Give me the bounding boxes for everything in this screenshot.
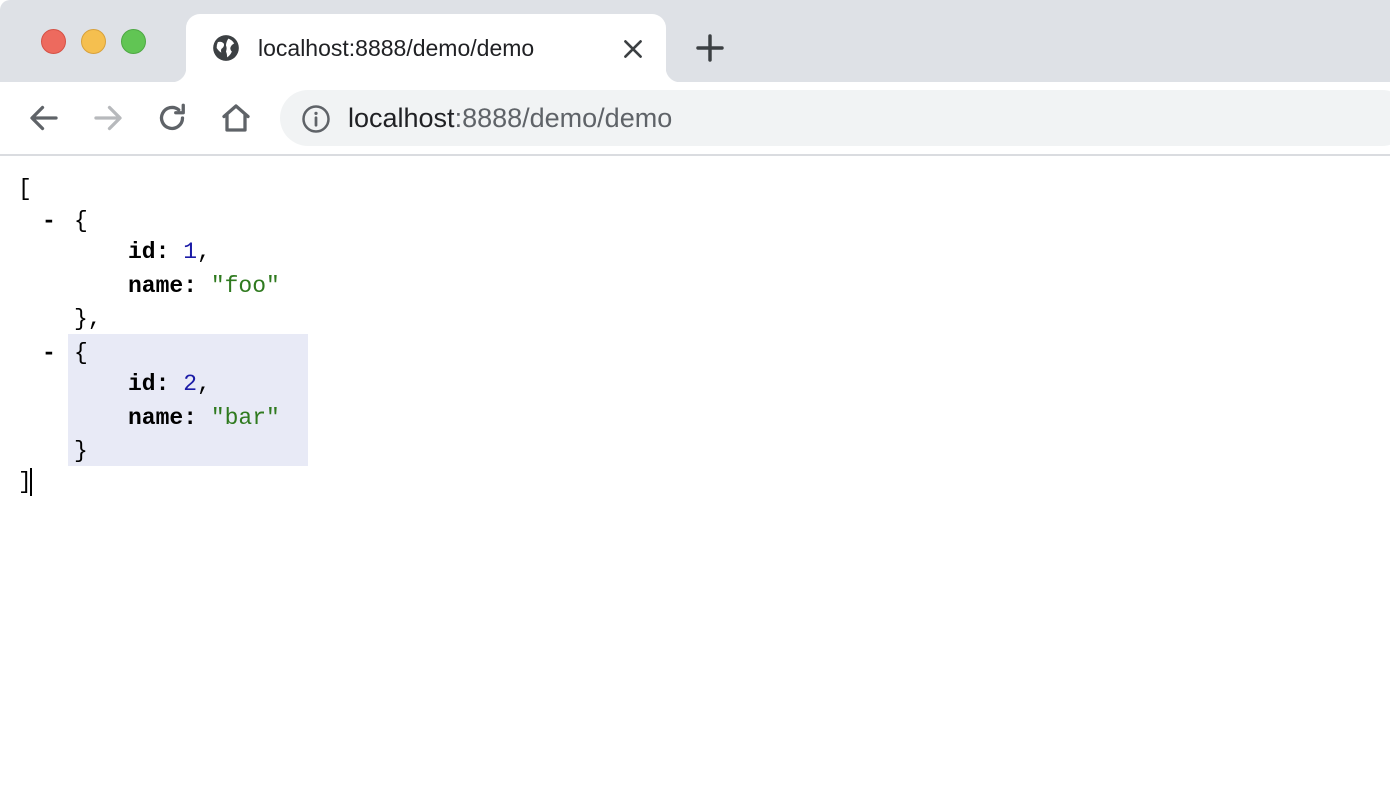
json-string-value: "bar" xyxy=(210,405,280,431)
json-field: id: 2, xyxy=(128,369,211,399)
browser-window: localhost:8888/demo/demo localhost:8888/… xyxy=(0,0,1390,804)
address-bar[interactable]: localhost:8888/demo/demo xyxy=(280,90,1390,146)
json-open-bracket: [ xyxy=(18,176,32,202)
json-key: name: xyxy=(128,273,198,299)
json-string-value: "foo" xyxy=(210,273,280,299)
collapse-toggle[interactable]: - xyxy=(42,338,56,368)
info-icon[interactable] xyxy=(301,104,331,134)
json-comma: , xyxy=(197,239,211,265)
json-comma: , xyxy=(197,371,211,397)
plus-icon[interactable] xyxy=(694,32,726,64)
json-object-open: { xyxy=(74,340,88,366)
address-url[interactable]: localhost:8888/demo/demo xyxy=(348,103,672,134)
json-field: name: "bar" xyxy=(128,403,280,433)
json-key: name: xyxy=(128,405,198,431)
url-host: localhost xyxy=(348,103,455,133)
json-viewer[interactable]: [ - { id: 1, name: "foo" }, - { id: 2, n… xyxy=(0,156,1390,804)
tab-strip: localhost:8888/demo/demo xyxy=(0,0,1390,82)
json-number-value: 1 xyxy=(183,239,198,265)
home-icon[interactable] xyxy=(218,100,254,136)
window-maximize-button[interactable] xyxy=(121,29,146,54)
json-key: id: xyxy=(128,239,170,265)
json-object-close: } xyxy=(74,438,88,464)
tab-active[interactable]: localhost:8888/demo/demo xyxy=(172,14,680,82)
json-number-value: 2 xyxy=(183,371,198,397)
text-cursor xyxy=(30,468,32,496)
browser-toolbar: localhost:8888/demo/demo xyxy=(0,82,1390,156)
arrow-left-icon[interactable] xyxy=(26,100,62,136)
reload-icon[interactable] xyxy=(154,100,190,136)
window-minimize-button[interactable] xyxy=(81,29,106,54)
arrow-right-icon[interactable] xyxy=(90,100,126,136)
globe-icon xyxy=(213,35,239,61)
url-path: :8888/demo/demo xyxy=(454,103,673,133)
json-object-close: }, xyxy=(74,306,102,332)
tab-title: localhost:8888/demo/demo xyxy=(258,35,535,61)
collapse-toggle[interactable]: - xyxy=(42,206,56,236)
json-field: name: "foo" xyxy=(128,271,280,301)
selection-highlight xyxy=(68,334,308,466)
json-object-open: { xyxy=(74,208,88,234)
window-close-button[interactable] xyxy=(41,29,66,54)
close-icon[interactable] xyxy=(620,36,646,62)
json-key: id: xyxy=(128,371,170,397)
json-field: id: 1, xyxy=(128,237,211,267)
